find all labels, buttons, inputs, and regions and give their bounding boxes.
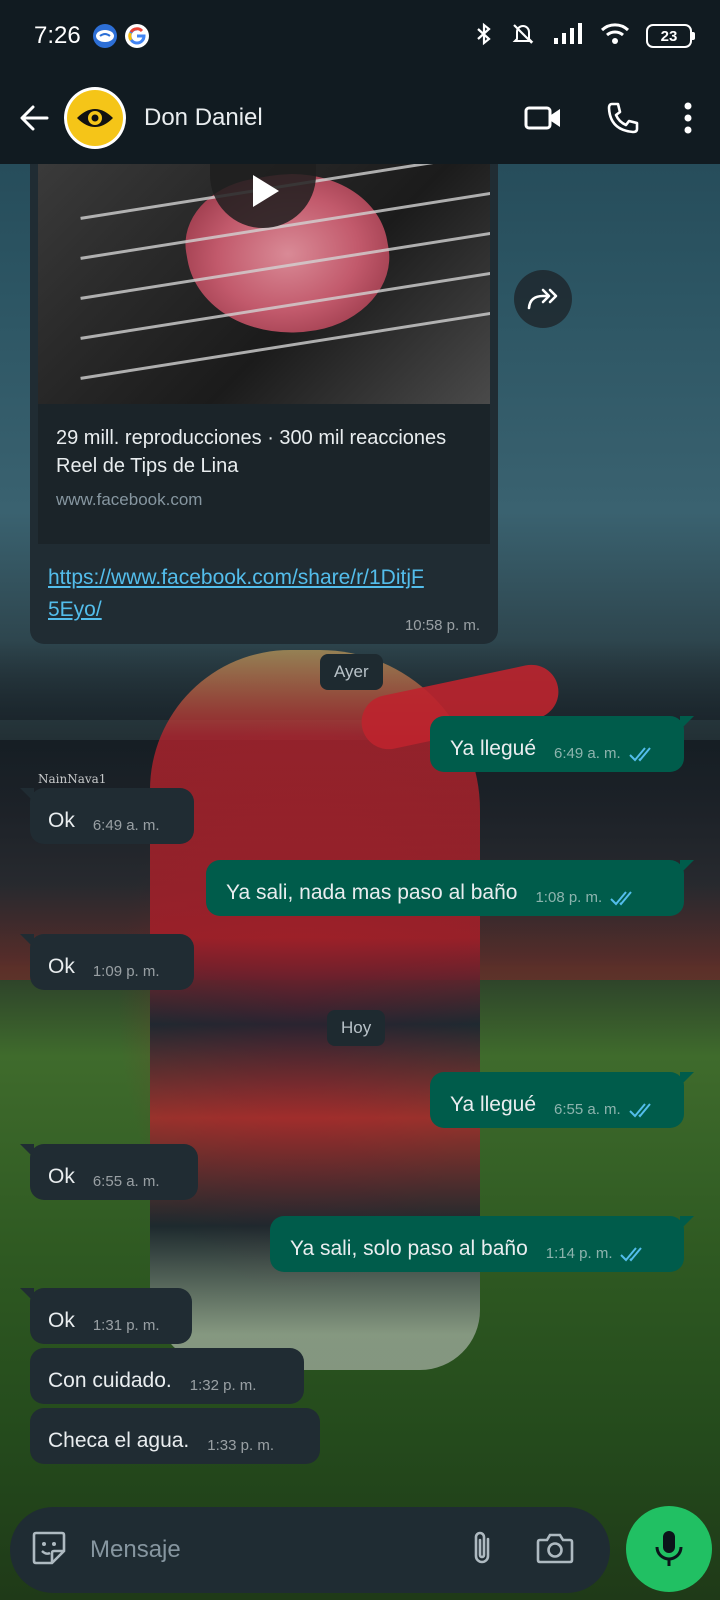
message-text: Checa el agua. — [48, 1429, 190, 1452]
shared-link[interactable]: https://www.facebook.com/share/r/1DitjF5… — [48, 562, 428, 626]
voice-call-icon[interactable] — [606, 101, 640, 135]
silent-mode-icon — [510, 21, 536, 52]
attach-icon[interactable] — [470, 1529, 494, 1572]
date-separator: Ayer — [320, 654, 383, 690]
message-text: Ok — [48, 809, 75, 832]
incoming-message[interactable]: Ok 1:09 p. m. — [20, 934, 194, 990]
eye-logo-icon — [67, 90, 123, 146]
message-time: 1:33 p. m. — [207, 1437, 274, 1454]
read-receipt-icon — [629, 1102, 657, 1118]
message-text: Ya sali, solo paso al baño — [290, 1237, 528, 1260]
message-time: 1:09 p. m. — [92, 963, 160, 980]
message-text: Ok — [48, 955, 75, 978]
incoming-message[interactable]: Con cuidado. 1:32 p. m. — [30, 1348, 304, 1404]
video-call-icon[interactable] — [524, 104, 562, 132]
battery-level: 23 — [660, 27, 678, 45]
forward-button[interactable] — [514, 270, 572, 328]
battery-indicator: 23 — [646, 24, 695, 48]
camera-icon[interactable] — [536, 1532, 574, 1569]
signal-icon — [552, 22, 584, 51]
wifi-icon — [600, 22, 630, 51]
back-arrow-icon — [20, 105, 49, 131]
message-text: Ya llegué — [450, 737, 537, 760]
outgoing-message[interactable]: Ya llegué 6:49 a. m. — [430, 716, 694, 772]
preview-domain: www.facebook.com — [56, 490, 203, 509]
message-time: 6:55 a. m. — [554, 1101, 621, 1118]
outgoing-message[interactable]: Ya sali, solo paso al baño 1:14 p. m. — [270, 1216, 694, 1272]
outgoing-message[interactable]: Ya sali, nada mas paso al baño 1:08 p. m… — [206, 860, 694, 916]
message-time: 1:08 p. m. — [535, 889, 603, 906]
bluetooth-icon — [474, 22, 494, 51]
video-thumbnail[interactable] — [38, 164, 490, 404]
message-time: 6:49 a. m. — [92, 817, 160, 834]
back-button[interactable] — [14, 98, 54, 138]
message-time: 6:55 a. m. — [92, 1173, 160, 1190]
message-time: 1:31 p. m. — [92, 1317, 160, 1334]
contact-name[interactable]: Don Daniel — [144, 104, 263, 132]
forward-icon — [527, 288, 558, 310]
incoming-message[interactable]: Checa el agua. 1:33 p. m. — [30, 1408, 320, 1464]
link-preview-card[interactable]: 29 mill. reproducciones · 300 mil reacci… — [38, 404, 490, 544]
message-time: 1:14 p. m. — [545, 1245, 613, 1262]
mercado-libre-icon — [92, 24, 117, 48]
status-bar: 7:26 23 — [0, 0, 720, 72]
message-time: 10:58 p. m. — [404, 617, 480, 634]
incoming-message[interactable]: Ok 6:55 a. m. — [20, 1144, 198, 1200]
chat-header: Don Daniel — [0, 72, 720, 164]
preview-title: Reel de Tips de Lina — [56, 455, 239, 477]
voice-message-button[interactable] — [626, 1506, 712, 1592]
sticker-icon[interactable] — [30, 1529, 68, 1572]
message-time: 1:32 p. m. — [189, 1377, 257, 1394]
incoming-message[interactable]: Ok 6:49 a. m. — [20, 788, 194, 844]
message-text: Ya llegué — [450, 1093, 537, 1116]
more-options-icon[interactable] — [684, 102, 692, 134]
preview-stats: 29 mill. reproducciones · 300 mil reacci… — [56, 427, 447, 449]
read-receipt-icon — [610, 890, 638, 906]
outgoing-message[interactable]: Ya llegué 6:55 a. m. — [430, 1072, 694, 1128]
microphone-icon — [655, 1531, 683, 1566]
contact-avatar[interactable] — [64, 87, 126, 149]
read-receipt-icon — [629, 746, 657, 762]
message-text: Con cuidado. — [48, 1369, 172, 1392]
chat-messages[interactable]: 29 mill. reproducciones · 300 mil reacci… — [0, 164, 720, 1504]
play-icon — [253, 175, 279, 207]
message-text: Ok — [48, 1309, 75, 1332]
incoming-message[interactable]: Ok 1:31 p. m. — [20, 1288, 192, 1344]
status-time: 7:26 — [34, 22, 81, 49]
message-composer[interactable]: Mensaje — [10, 1507, 610, 1593]
message-text: Ya sali, nada mas paso al baño — [226, 881, 518, 904]
date-separator: Hoy — [327, 1010, 386, 1046]
message-text: Ok — [48, 1165, 75, 1188]
google-icon — [124, 24, 149, 48]
link-preview-message[interactable]: 29 mill. reproducciones · 300 mil reacci… — [30, 164, 498, 644]
message-time: 6:49 a. m. — [554, 745, 621, 762]
message-input[interactable]: Mensaje — [90, 1536, 181, 1564]
read-receipt-icon — [620, 1246, 648, 1262]
